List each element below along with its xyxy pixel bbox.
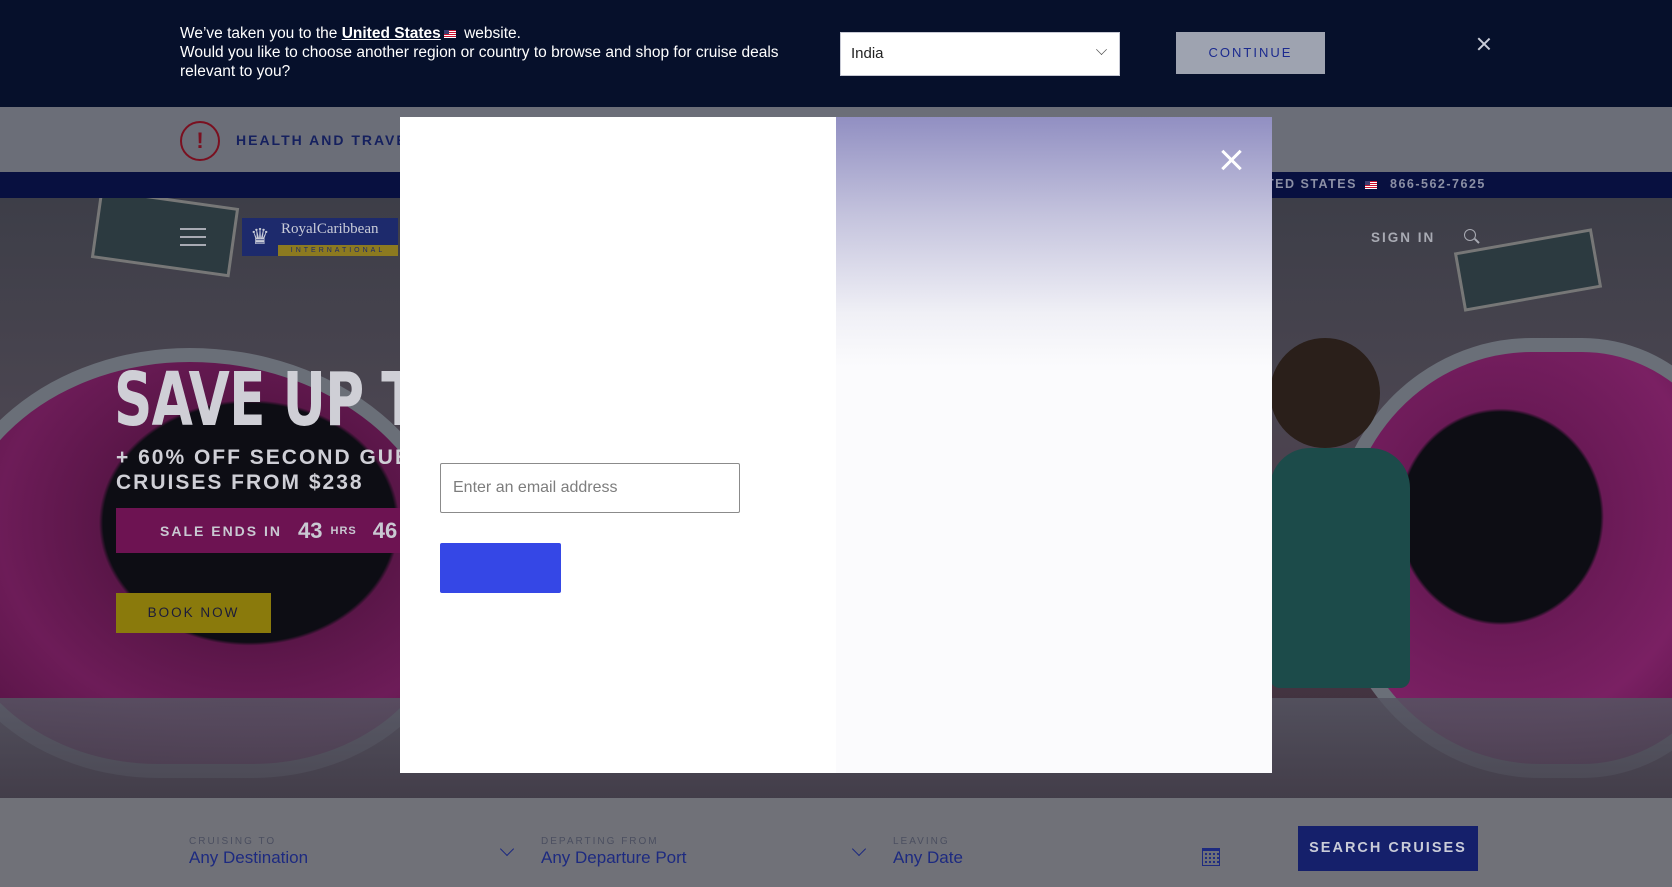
email-signup-modal [400,117,1272,773]
chevron-down-icon [1096,44,1107,55]
region-select-value: India [851,45,884,62]
logo-text: RoyalCaribbean INTERNATIONAL [278,218,398,256]
destination-field[interactable]: CRUISING TO Any Destination [189,836,308,868]
hero-person-head [1270,338,1380,448]
countdown-label: SALE ENDS IN [160,522,283,539]
destination-value: Any Destination [189,848,309,867]
email-field[interactable] [440,463,740,513]
close-icon[interactable] [1476,36,1492,52]
us-flag-icon [1364,180,1377,189]
leaving-date-field[interactable]: LEAVING Any Date [893,836,963,868]
region-banner: We’ve taken you to the United States web… [0,0,1672,107]
destination-label: CRUISING TO [189,836,277,847]
logo-subtitle: INTERNATIONAL [278,245,398,256]
countdown-hours: 43 [298,517,323,543]
continue-button[interactable]: CONTINUE [1176,32,1325,74]
hero-person-body [1270,448,1410,688]
region-question: Would you like to choose another region … [180,44,779,80]
book-now-button[interactable]: BOOK NOW [116,593,271,633]
sign-in-link[interactable]: SIGN IN [1371,230,1435,245]
promo-price: CRUISES FROM $238 [116,471,364,494]
promo-subheadline: + 60% OFF SECOND GUEST [116,446,442,469]
search-icon[interactable] [1464,229,1480,245]
modal-image-panel [836,117,1272,773]
countdown-minutes: 46 [372,517,398,543]
leaving-date-value: Any Date [893,848,963,867]
departure-port-label: DEPARTING FROM [541,836,659,847]
alert-icon: ! [180,121,220,161]
region-message-prefix: We’ve taken you to the [180,25,342,42]
calendar-icon[interactable] [1202,848,1220,866]
menu-icon[interactable] [180,228,206,246]
united-states-link[interactable]: United States [342,25,441,42]
crown-anchor-icon: ♛ [250,224,270,249]
region-message: We’ve taken you to the United States web… [180,24,800,81]
region-select[interactable]: India [840,32,1120,76]
region-message-suffix: website. [459,25,521,42]
phone-number[interactable]: 866-562-7625 [1390,177,1486,191]
leaving-date-label: LEAVING [893,836,950,847]
logo-name: RoyalCaribbean [281,221,379,237]
search-cruises-button[interactable]: SEARCH CRUISES [1298,826,1478,871]
departure-port-value: Any Departure Port [541,848,687,867]
hero-screen-left [90,198,240,278]
departure-port-field[interactable]: DEPARTING FROM Any Departure Port [541,836,687,868]
close-icon[interactable] [1220,149,1242,171]
royal-caribbean-logo[interactable]: ♛ RoyalCaribbean INTERNATIONAL [242,218,398,256]
countdown-hours-unit: HRS [330,524,357,537]
submit-button[interactable] [440,543,561,593]
us-flag-icon [443,29,456,38]
sale-countdown: SALE ENDS IN 43 HRS 46 [116,508,416,553]
